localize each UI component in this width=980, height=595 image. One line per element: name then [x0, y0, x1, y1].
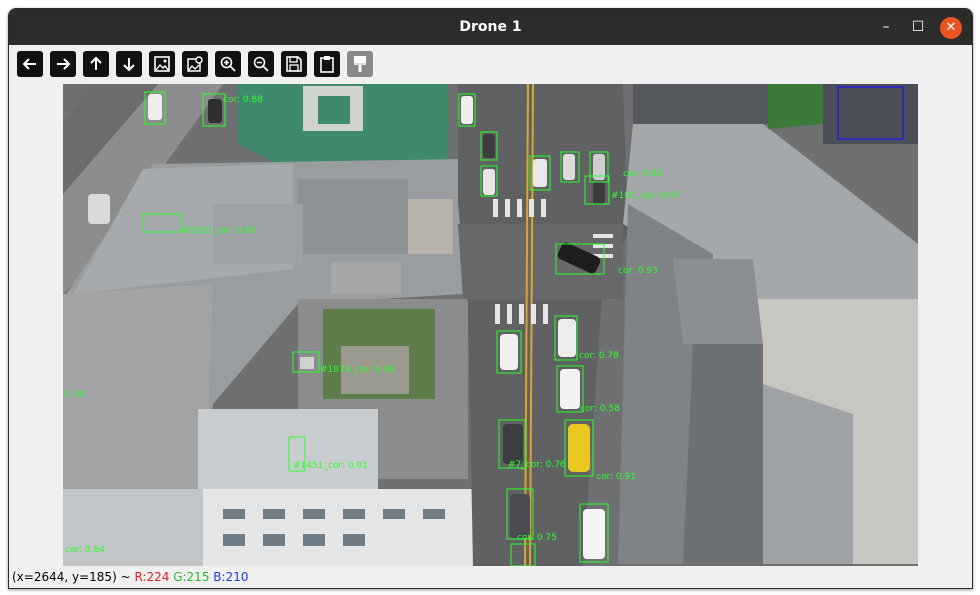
cursor-coordinates: (x=2644, y=185) ~ [12, 570, 131, 584]
image-gear-icon [187, 56, 203, 72]
detection-label: cor: 0.91 [596, 472, 636, 482]
image-icon [154, 56, 170, 72]
floppy-disk-icon [286, 56, 302, 72]
clipboard-icon [320, 56, 334, 73]
detection-label: cor: 0.63 [623, 169, 663, 179]
arrow-down-icon [123, 58, 135, 72]
arrow-up-icon [90, 56, 102, 70]
status-bar: (x=2644, y=185) ~ R:224 G:215 B:210 [12, 569, 248, 587]
brush-button[interactable] [347, 51, 373, 77]
title-bar[interactable]: Drone 1 – ☐ ✕ [9, 9, 972, 45]
pixel-green-value: G:215 [173, 570, 210, 584]
up-button[interactable] [83, 51, 109, 77]
detection-label: cor: 0.84 [65, 545, 105, 555]
minimize-button[interactable]: – [875, 17, 897, 39]
save-button[interactable] [281, 51, 307, 77]
pixel-red-value: R:224 [134, 570, 170, 584]
clipboard-button[interactable] [314, 51, 340, 77]
zoom-out-icon [253, 56, 269, 72]
detection-label: #7_cor: 0.76 [508, 460, 566, 470]
image-button[interactable] [149, 51, 175, 77]
forward-button[interactable] [50, 51, 76, 77]
down-button[interactable] [116, 51, 142, 77]
maximize-button[interactable]: ☐ [907, 17, 929, 39]
zoom-in-button[interactable] [215, 51, 241, 77]
app-window: Drone 1 – ☐ ✕ cor: 0.88 #2010_cor: 0.90 … [8, 8, 973, 589]
detection-label: #1451_cor: 0.91 [293, 461, 368, 471]
detection-label: cor: 0.88 [223, 95, 263, 105]
image-settings-button[interactable] [182, 51, 208, 77]
detection-label: #2010_cor: 0.90 [181, 226, 256, 236]
pixel-blue-value: B:210 [213, 570, 249, 584]
detection-label: 0.78 [64, 390, 84, 400]
back-button[interactable] [17, 51, 43, 77]
close-button[interactable]: ✕ [940, 17, 962, 39]
paint-brush-icon [354, 56, 366, 72]
arrow-left-icon [22, 58, 36, 70]
detection-label: #1874_cor: 0.90 [320, 365, 395, 375]
detection-label: cor: 0.93 [618, 266, 658, 276]
zoom-in-icon [220, 56, 236, 72]
zoom-out-button[interactable] [248, 51, 274, 77]
detection-label: cor: 0.78 [579, 351, 619, 361]
image-canvas[interactable]: cor: 0.88 #2010_cor: 0.90 cor: 0.63 #101… [63, 84, 918, 566]
window-title: Drone 1 [459, 19, 522, 35]
detection-label: cor: 0.58 [580, 404, 620, 414]
detection-label: cor: 0.75 [517, 533, 557, 543]
arrow-right-icon [57, 58, 71, 70]
detection-label: #101_cor: 0.87 [611, 191, 680, 201]
drone-aerial-image: cor: 0.88 #2010_cor: 0.90 cor: 0.63 #101… [63, 84, 918, 566]
